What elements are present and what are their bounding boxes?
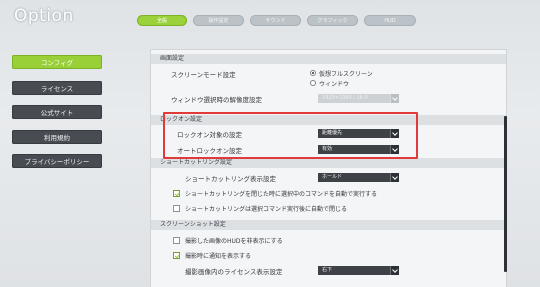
shortcut-ring-display-dropdown[interactable]: ホールド [318,173,399,182]
sidebar-item-official-site[interactable]: 公式サイト [12,105,102,119]
license-display-label: 撮影画像内のライセンス表示設定 [185,268,283,276]
tab-sound[interactable]: サウンド [250,15,301,26]
chevron-down-icon [390,94,399,103]
radio-label-window: ウィンドウ [319,81,350,88]
license-display-dropdown[interactable]: 右下 [318,266,399,275]
shortcut-ring-display-label: ショートカットリング表示設定 [185,175,276,183]
panel-scrollbar[interactable] [504,116,507,272]
hide-hud-label: 撮影した画像のHUDを非表示にする [185,238,283,245]
chevron-down-icon [390,266,399,275]
checkbox-hide-hud[interactable] [173,237,180,244]
sidebar-item-terms[interactable]: 利用規約 [12,130,102,144]
window-resolution-dropdown: 1920×1080 / 16:9 [318,94,399,103]
section-header-screenshot: スクリーンショット設定 [151,220,506,230]
shortcut-ring-display-value: ホールド [322,174,343,180]
radio-label-virtual-fullscreen: 仮想フルスクリーン [319,71,373,78]
show-notification-label: 撮影時に通知を表示する [185,253,252,260]
radio-window[interactable] [310,80,316,86]
tab-hud[interactable]: HUD [364,15,416,26]
sidebar-item-config[interactable]: コンフィグ [12,55,102,69]
sidebar-item-privacy-policy[interactable]: プライバシーポリシー [12,154,102,168]
tab-controls[interactable]: 操作設定 [193,15,244,26]
tab-general[interactable]: 全般 [137,15,187,26]
checkbox-shortcut-auto-close[interactable] [173,205,180,212]
lockon-highlight-frame [163,112,418,159]
settings-panel: 画面設定 スクリーンモード設定 仮想フルスクリーン ウィンドウ ウィンドウ選択時… [151,50,506,287]
chevron-down-icon [390,173,399,182]
tab-graphics[interactable]: グラフィック [307,15,358,26]
shortcut-auto-execute-label: ショートカットリングを閉じた時に選択中のコマンドを自動で実行する [185,191,378,198]
screen-mode-label: スクリーンモード設定 [171,71,236,79]
checkbox-shortcut-auto-execute[interactable] [173,190,180,197]
window-title: Option [14,6,74,26]
window-resolution-value: 1920×1080 / 16:9 [322,95,368,101]
sidebar-item-license[interactable]: ライセンス [12,81,102,95]
window-resolution-label: ウィンドウ選択時の解像度設定 [171,96,262,104]
shortcut-auto-close-label: ショートカットリングは選択コマンド実行後に自動で閉じる [185,206,348,213]
license-display-value: 右下 [322,267,333,273]
section-header-shortcut-ring: ショートカットリング設定 [151,158,506,168]
checkbox-show-notification[interactable] [173,252,180,259]
section-header-display: 画面設定 [151,54,506,64]
radio-virtual-fullscreen[interactable] [310,70,316,76]
